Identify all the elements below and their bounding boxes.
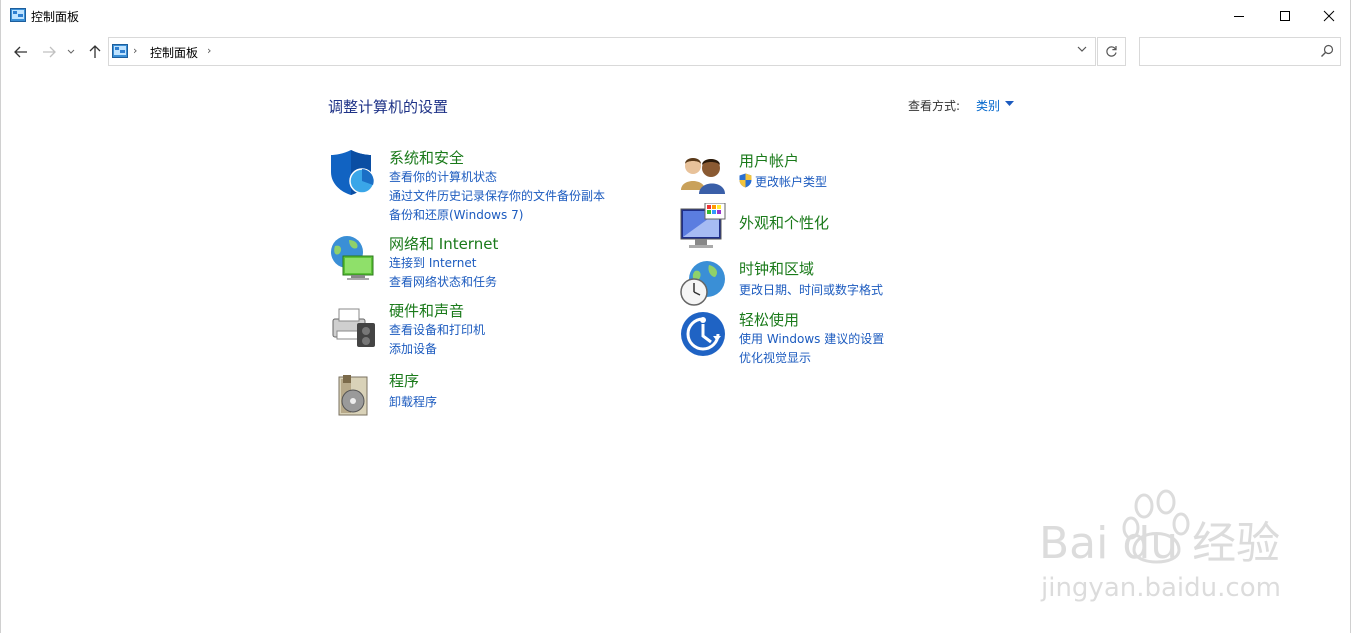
programs-box-icon [338, 375, 368, 416]
minimize-icon [1234, 16, 1244, 17]
baidu-jingyan-watermark: Bai du 经验 jingyan.baidu.com [1039, 488, 1284, 608]
up-button[interactable] [86, 42, 104, 62]
forward-button[interactable] [40, 42, 58, 62]
category-clock-region: 时钟和区域 更改日期、时间或数字格式 [679, 259, 1009, 307]
page-title: 调整计算机的设置 [328, 98, 449, 116]
window-title: 控制面板 [31, 10, 80, 24]
link-add-device[interactable]: 添加设备 [389, 340, 437, 357]
maximize-button[interactable] [1262, 0, 1308, 32]
link-devices-printers[interactable]: 查看设备和打印机 [389, 321, 485, 338]
link-file-history-backup[interactable]: 通过文件历史记录保存你的文件备份副本 [389, 187, 605, 204]
view-by-label: 查看方式: [908, 99, 961, 113]
chevron-right-icon[interactable]: › [133, 44, 137, 57]
minimize-button[interactable] [1216, 0, 1262, 32]
category-hardware-sound: 硬件和声音 查看设备和打印机 添加设备 [329, 301, 659, 361]
category-title[interactable]: 轻松使用 [739, 309, 799, 330]
link-uninstall-program[interactable]: 卸载程序 [389, 393, 437, 410]
globe-network-icon [331, 236, 374, 280]
link-optimize-visual-display[interactable]: 优化视觉显示 [739, 349, 811, 366]
close-button[interactable] [1306, 0, 1351, 32]
close-icon [1323, 10, 1335, 22]
users-icon [681, 158, 725, 194]
watermark-url: jingyan.baidu.com [1040, 573, 1281, 603]
link-windows-suggested-settings[interactable]: 使用 Windows 建议的设置 [739, 330, 884, 347]
breadcrumb-control-panel[interactable]: 控制面板 [150, 44, 198, 61]
category-ease-of-access: 轻松使用 使用 Windows 建议的设置 优化视觉显示 [679, 310, 1009, 370]
category-title[interactable]: 程序 [389, 370, 419, 391]
back-arrow-icon [14, 46, 27, 58]
monitor-palette-icon [680, 203, 726, 248]
view-by-dropdown[interactable]: 类别 [976, 97, 1000, 114]
refresh-icon [1106, 46, 1117, 57]
link-connect-internet[interactable]: 连接到 Internet [389, 254, 476, 271]
back-button[interactable] [12, 42, 30, 62]
chevron-down-icon[interactable] [1077, 46, 1087, 53]
category-user-accounts: 用户帐户 更改帐户类型 [679, 150, 1009, 200]
control-panel-window: 控制面板 › 控制面板 › 调整计算机的设置 查看方式: 类别 系统和安全 查看… [0, 0, 1351, 633]
shield-icon [331, 150, 375, 195]
category-appearance: 外观和个性化 [679, 203, 1009, 251]
baidu-paw-logo: Bai du 经验 jingyan.baidu.com [1039, 489, 1281, 603]
address-bar[interactable]: › 控制面板 › [108, 37, 1096, 66]
chevron-right-icon[interactable]: › [207, 44, 211, 57]
category-programs: 程序 卸载程序 [329, 371, 659, 421]
forward-arrow-icon [43, 46, 56, 58]
link-change-date-time-format[interactable]: 更改日期、时间或数字格式 [739, 281, 883, 298]
search-box[interactable] [1139, 37, 1341, 66]
printer-icon [332, 308, 375, 347]
category-system-security: 系统和安全 查看你的计算机状态 通过文件历史记录保存你的文件备份副本 备份和还原… [329, 148, 659, 228]
up-arrow-icon [89, 45, 101, 58]
category-title[interactable]: 时钟和区域 [739, 258, 814, 279]
category-title[interactable]: 网络和 Internet [389, 233, 498, 254]
category-title[interactable]: 用户帐户 [739, 150, 799, 171]
category-title[interactable]: 硬件和声音 [389, 300, 464, 321]
uac-shield-icon [739, 173, 752, 188]
category-title[interactable]: 系统和安全 [389, 147, 464, 168]
link-change-account-type[interactable]: 更改帐户类型 [739, 173, 827, 190]
search-input[interactable] [1144, 41, 1318, 63]
control-panel-icon [112, 44, 128, 58]
link-label[interactable]: 更改帐户类型 [755, 175, 827, 189]
recent-locations-button[interactable] [65, 42, 77, 62]
category-title[interactable]: 外观和个性化 [739, 212, 829, 233]
link-backup-restore[interactable]: 备份和还原(Windows 7) [389, 206, 523, 223]
refresh-button[interactable] [1097, 37, 1126, 66]
watermark-brand: Bai du 经验 [1039, 518, 1280, 569]
chevron-down-icon [67, 49, 75, 54]
ease-of-access-icon [681, 312, 725, 356]
category-network-internet: 网络和 Internet 连接到 Internet 查看网络状态和任务 [329, 234, 659, 294]
chevron-down-icon[interactable] [1005, 101, 1014, 107]
link-view-computer-status[interactable]: 查看你的计算机状态 [389, 168, 497, 185]
link-network-status[interactable]: 查看网络状态和任务 [389, 273, 497, 290]
clock-globe-icon [680, 261, 725, 306]
control-panel-icon [10, 8, 26, 22]
search-icon[interactable] [1320, 44, 1334, 58]
title-bar: 控制面板 [1, 0, 1350, 32]
maximize-icon [1280, 11, 1290, 21]
